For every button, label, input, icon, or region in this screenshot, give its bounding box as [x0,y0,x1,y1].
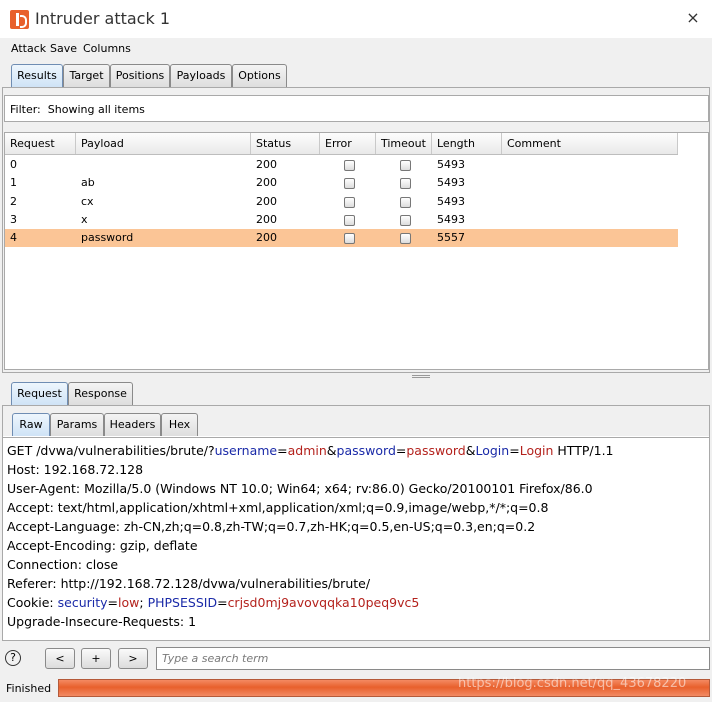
window-title: Intruder attack 1 [35,9,170,28]
table-row[interactable]: 2 cx 200 5493 [5,193,678,211]
search-input[interactable] [156,647,710,670]
menu-attack[interactable]: Attack [11,42,46,55]
raw-request-editor[interactable]: GET /dvwa/vulnerabilities/brute/?usernam… [3,437,709,640]
tab-request[interactable]: Request [11,382,68,405]
column-header-request[interactable]: Request [5,133,76,154]
previous-match-button[interactable]: < [45,648,75,669]
error-checkbox[interactable] [344,233,355,245]
title-bar: Intruder attack 1 × [0,0,712,38]
cell-length: 5557 [437,231,465,245]
timeout-checkbox[interactable] [400,214,411,226]
cell-payload [76,156,81,174]
cell-payload: password [81,231,134,245]
filter-bar[interactable]: Filter: Showing all items [4,95,709,122]
timeout-checkbox[interactable] [400,178,411,190]
cell-status: 200 [256,176,277,190]
table-row[interactable]: 0 200 5493 [5,156,678,174]
tab-results[interactable]: Results [11,64,63,87]
column-header-comment[interactable]: Comment [502,133,678,154]
filter-text: Filter: Showing all items [10,103,145,116]
cell-comment [502,193,507,211]
tab-options[interactable]: Options [232,64,287,87]
header-accept: Accept: text/html,application/xhtml+xml,… [7,500,549,515]
cell-request: 1 [10,176,17,190]
header-user-agent: User-Agent: Mozilla/5.0 (Windows NT 10.0… [7,481,593,496]
tab-headers[interactable]: Headers [104,413,161,436]
help-icon[interactable]: ? [5,650,21,666]
cell-comment [502,211,507,229]
cell-request: 0 [10,158,17,171]
splitter-handle[interactable] [412,375,430,378]
menu-columns[interactable]: Columns [83,42,131,55]
column-header-status[interactable]: Status [251,133,320,154]
tab-target[interactable]: Target [63,64,110,87]
cell-payload: ab [81,176,95,190]
header-cookie: Cookie: security=low; PHPSESSID=crjsd0mj… [7,595,420,610]
table-row[interactable]: 3 x 200 5493 [5,211,678,229]
cell-payload: x [81,212,88,226]
table-header: Request Payload Status Error Timeout Len… [5,133,678,155]
header-referer: Referer: http://192.168.72.128/dvwa/vuln… [7,576,371,591]
cell-status: 200 [256,212,277,226]
cell-request: 3 [10,212,17,226]
column-header-timeout[interactable]: Timeout [376,133,432,154]
tab-params[interactable]: Params [50,413,104,436]
request-line: GET /dvwa/vulnerabilities/brute/?usernam… [7,443,614,458]
timeout-checkbox[interactable] [400,233,411,245]
header-accept-encoding: Accept-Encoding: gzip, deflate [7,538,198,553]
progress-bar [58,679,710,697]
burp-logo-icon [10,10,29,29]
tab-raw[interactable]: Raw [12,413,50,436]
cell-length: 5493 [437,194,465,208]
cell-comment [502,156,507,174]
error-checkbox[interactable] [344,178,355,190]
cell-status: 200 [256,231,277,245]
cell-length: 5493 [437,212,465,226]
error-checkbox[interactable] [344,196,355,208]
add-search-button[interactable]: + [81,648,111,669]
tab-hex[interactable]: Hex [161,413,198,436]
cell-status: 200 [256,158,277,171]
detail-tab-bar: Request Response [0,382,712,405]
tab-positions[interactable]: Positions [110,64,170,87]
timeout-checkbox[interactable] [400,160,411,171]
close-window-button[interactable]: × [678,6,708,30]
header-connection: Connection: close [7,557,119,572]
header-host: Host: 192.168.72.128 [7,462,144,477]
table-row[interactable]: 4 password 200 5557 [5,229,678,248]
cell-status: 200 [256,194,277,208]
error-checkbox[interactable] [344,160,355,171]
tab-payloads[interactable]: Payloads [170,64,232,87]
cell-request: 2 [10,194,17,208]
menu-bar: Attack Save Columns [0,38,712,60]
cell-comment [502,174,507,192]
cell-length: 5493 [437,158,465,171]
table-row[interactable]: 1 ab 200 5493 [5,174,678,192]
column-header-length[interactable]: Length [432,133,502,154]
cell-request: 4 [10,231,17,245]
results-table: Request Payload Status Error Timeout Len… [4,132,709,370]
header-accept-language: Accept-Language: zh-CN,zh;q=0.8,zh-TW;q=… [7,519,536,534]
tab-response[interactable]: Response [68,382,133,405]
error-checkbox[interactable] [344,214,355,226]
cell-comment [502,229,507,247]
timeout-checkbox[interactable] [400,196,411,208]
column-header-error[interactable]: Error [320,133,376,154]
column-header-payload[interactable]: Payload [76,133,251,154]
status-text: Finished [6,682,52,695]
menu-save[interactable]: Save [50,42,77,55]
main-tab-bar: Results Target Positions Payloads Option… [0,64,712,87]
view-tab-bar: Raw Params Headers Hex [0,413,712,436]
cell-length: 5493 [437,176,465,190]
next-match-button[interactable]: > [118,648,148,669]
header-upgrade-insecure-requests: Upgrade-Insecure-Requests: 1 [7,614,197,629]
cell-payload: cx [81,194,94,208]
